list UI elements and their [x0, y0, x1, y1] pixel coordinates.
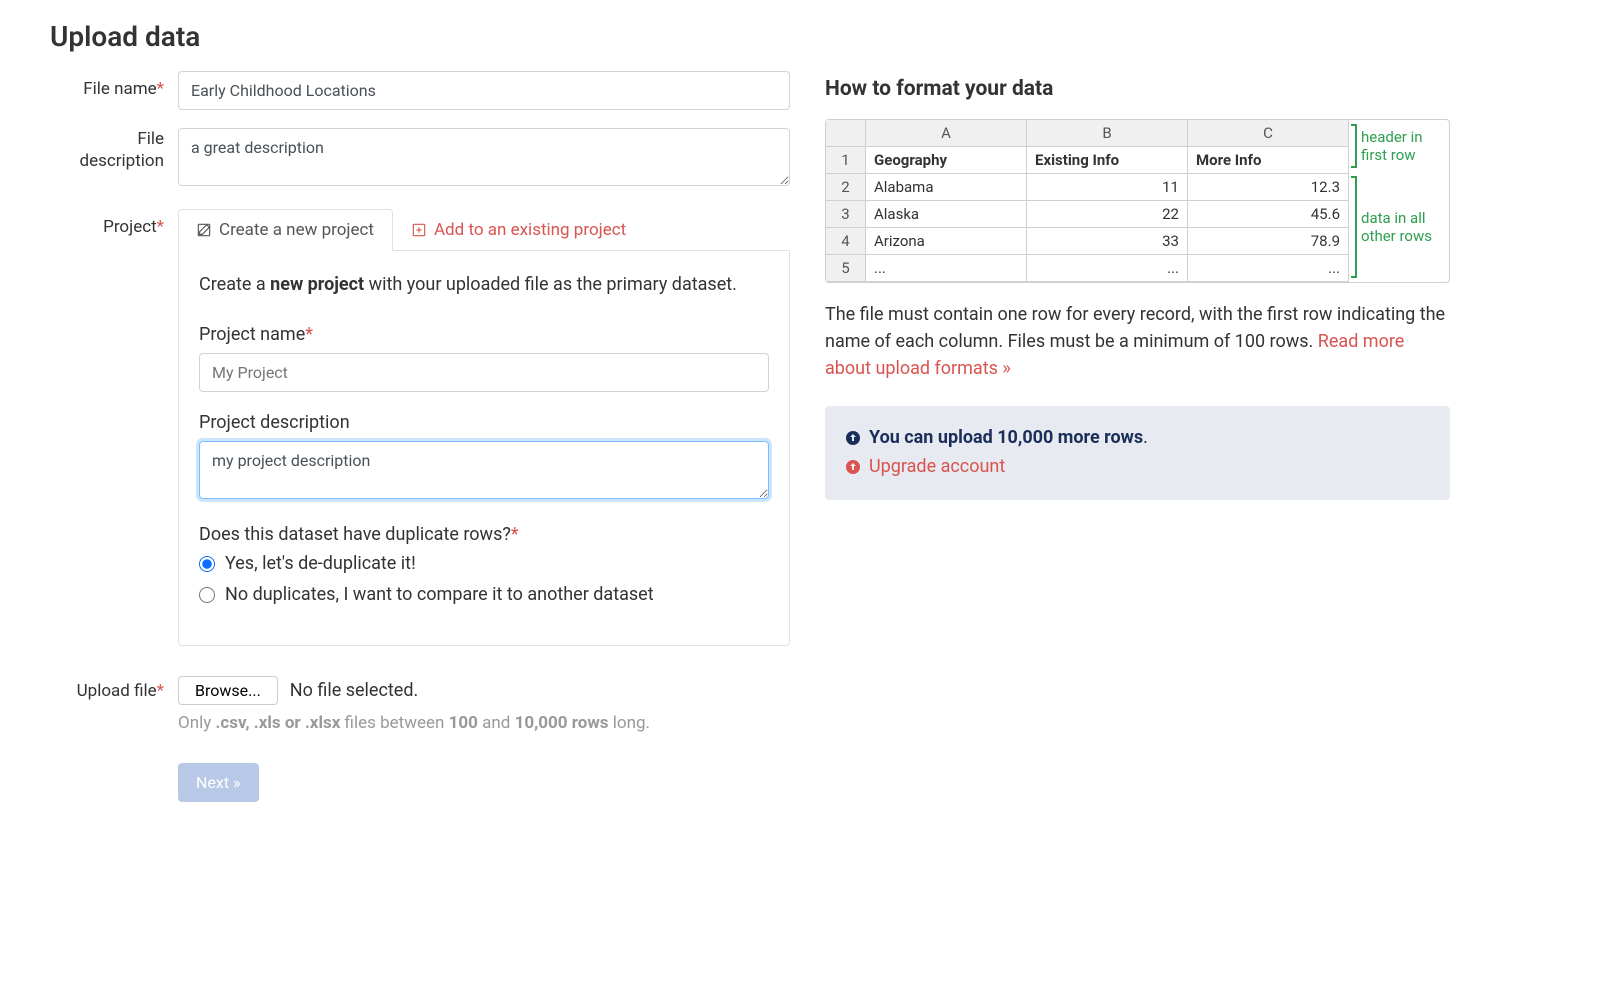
upload-file-label: Upload file*: [50, 676, 178, 733]
page-title: Upload data: [50, 20, 1550, 53]
annotation-header: header in first row: [1349, 120, 1449, 172]
dedupe-no-label: No duplicates, I want to compare it to a…: [225, 584, 654, 605]
tab-create-project[interactable]: Create a new project: [178, 209, 393, 251]
upgrade-link[interactable]: Upgrade account: [869, 453, 1005, 482]
arrow-up-circle-icon: [845, 430, 861, 446]
annotation-data: data in all other rows: [1349, 172, 1449, 282]
plus-square-icon: [412, 223, 426, 237]
intro-text: Create a new project with your uploaded …: [199, 271, 769, 298]
file-description-label: File description: [50, 128, 178, 191]
file-description-input[interactable]: a great description: [178, 128, 790, 186]
dedupe-yes-label: Yes, let's de-duplicate it!: [225, 553, 416, 574]
dedupe-yes-radio[interactable]: [199, 556, 215, 572]
tab-panel-create: Create a new project with your uploaded …: [178, 251, 790, 646]
upload-help-text: Only .csv, .xls or .xlsx files between 1…: [178, 713, 790, 733]
project-name-label: Project name*: [199, 324, 769, 345]
project-label: Project*: [50, 209, 178, 646]
arrow-up-circle-icon: [845, 459, 861, 475]
dedupe-label: Does this dataset have duplicate rows?*: [199, 524, 769, 545]
example-spreadsheet: A B C 1 Geography Existing Info More Inf…: [825, 119, 1450, 283]
browse-button[interactable]: Browse...: [178, 676, 278, 705]
next-button[interactable]: Next »: [178, 763, 259, 802]
file-name-label: File name*: [50, 71, 178, 110]
edit-icon: [197, 223, 211, 237]
dedupe-no-radio[interactable]: [199, 587, 215, 603]
sidebar-title: How to format your data: [825, 77, 1450, 101]
sidebar-paragraph: The file must contain one row for every …: [825, 301, 1450, 382]
no-file-text: No file selected.: [290, 680, 418, 701]
file-name-input[interactable]: [178, 71, 790, 110]
project-description-label: Project description: [199, 412, 769, 433]
notice-box: You can upload 10,000 more rows. Upgrade…: [825, 406, 1450, 500]
tab-add-existing[interactable]: Add to an existing project: [393, 209, 645, 250]
project-description-input[interactable]: my project description: [199, 441, 769, 499]
project-name-input[interactable]: [199, 353, 769, 392]
